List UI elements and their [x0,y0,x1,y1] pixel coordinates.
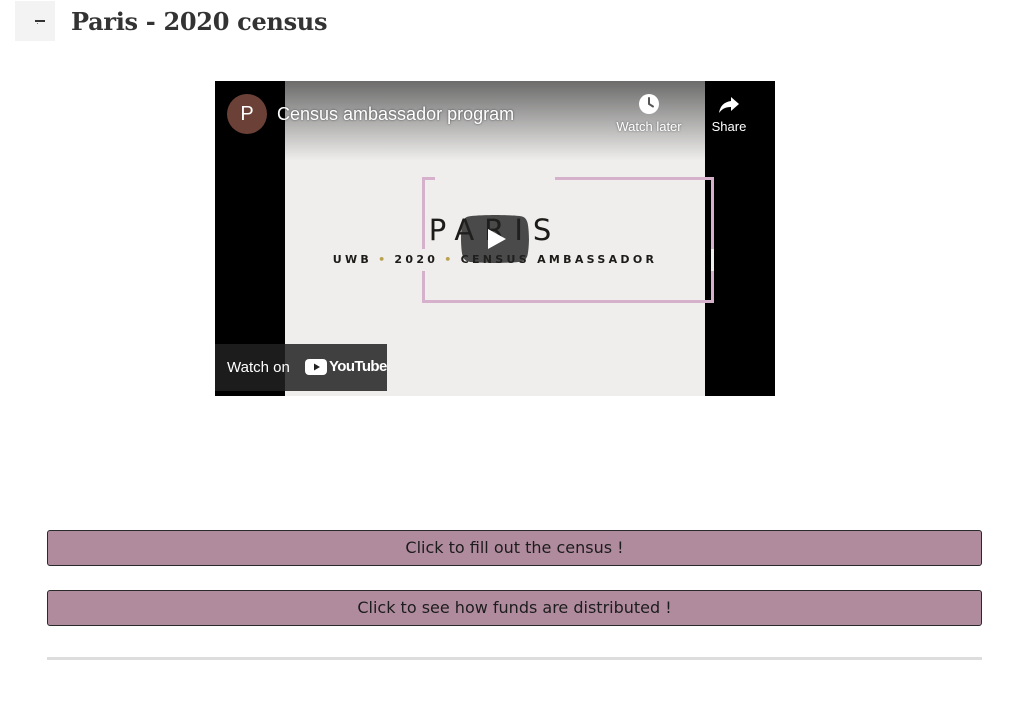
thumbnail-sub-year: 2020 [394,253,439,266]
play-icon[interactable] [461,215,529,263]
thumbnail-sub-separator: • [378,253,389,266]
page-title: Paris - 2020 census [71,7,328,36]
site-logo[interactable] [15,1,55,41]
watch-on-label: Watch on [227,359,290,376]
youtube-logo-icon [305,359,327,375]
divider [47,657,982,660]
youtube-wordmark: YouTube [329,358,387,375]
frame-gap-top [435,177,555,180]
youtube-embed[interactable]: PARIS UWB•2020•CENSUS AMBASSADOR P Censu… [215,81,775,396]
watch-later-button[interactable]: Watch later [609,93,689,134]
fill-census-button[interactable]: Click to fill out the census ! [47,530,982,566]
thumbnail-sub-uwb: UWB [332,253,373,266]
share-button[interactable]: Share [689,93,769,134]
channel-avatar[interactable]: P [227,94,267,134]
watch-later-label: Watch later [616,119,682,134]
clock-icon [639,94,659,114]
video-title-link[interactable]: Census ambassador program [277,104,514,125]
funds-distribution-button[interactable]: Click to see how funds are distributed ! [47,590,982,626]
watch-on-youtube-button[interactable]: Watch on YouTube [215,344,387,391]
thumbnail-sub-separator: • [444,253,455,266]
share-label: Share [711,119,747,134]
share-icon [719,97,739,113]
frame-gap-right [711,249,714,271]
page: Paris - 2020 census PARIS UWB•2020•CENSU… [0,0,1020,704]
logo-mark-dot [37,23,38,24]
logo-mark [35,20,45,22]
